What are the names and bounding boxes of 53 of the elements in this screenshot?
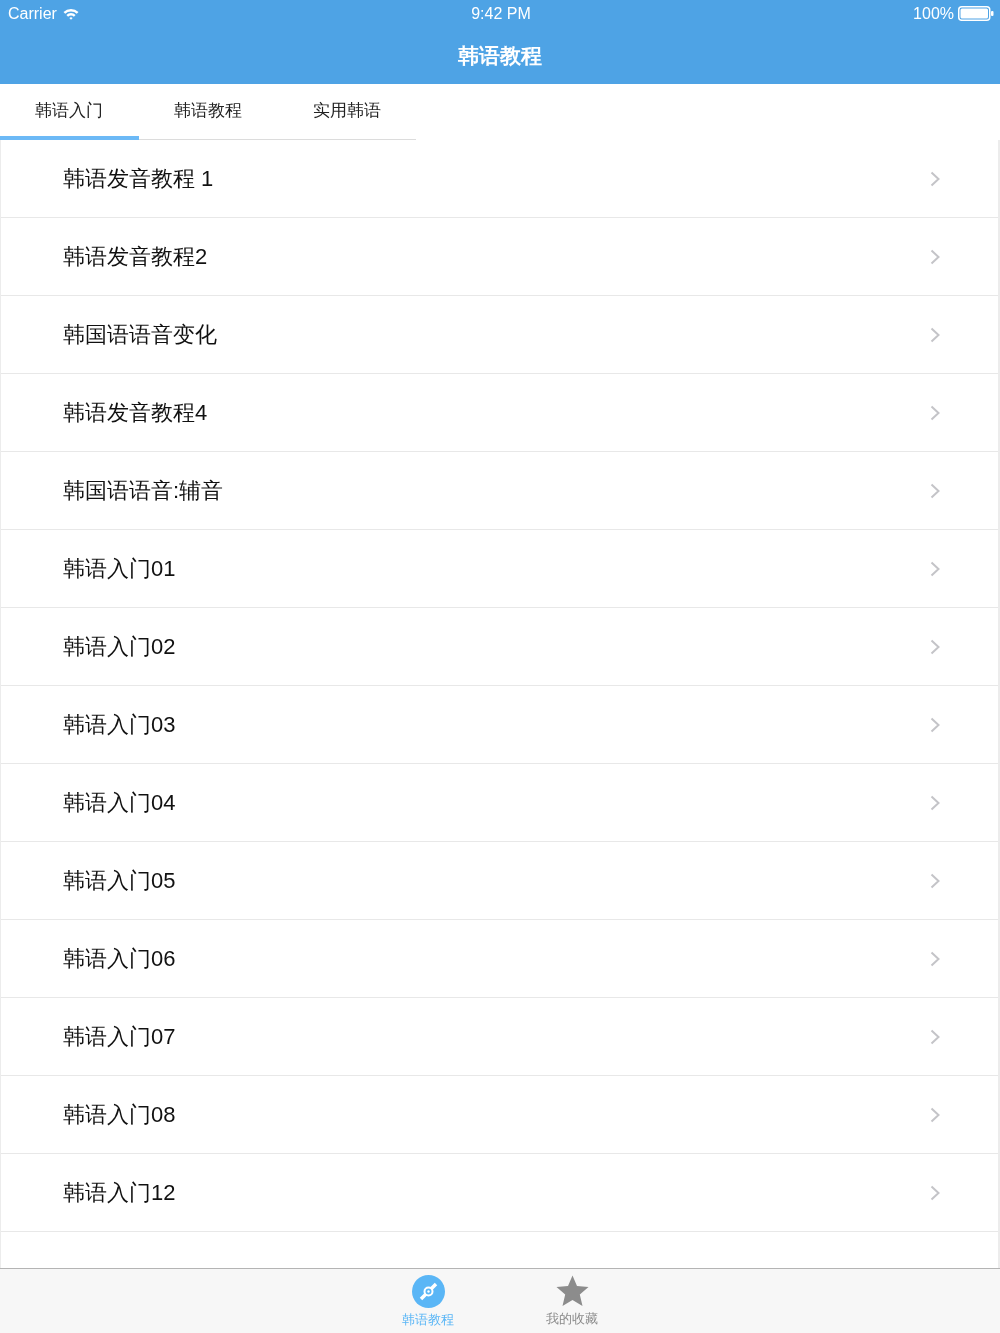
chevron-right-icon <box>930 950 940 967</box>
star-icon <box>555 1275 589 1307</box>
lesson-title: 韩语入门12 <box>63 1178 176 1207</box>
chevron-right-icon <box>930 1028 940 1045</box>
lesson-title: 韩语入门05 <box>63 866 176 895</box>
battery-percent: 100% <box>913 4 954 23</box>
chevron-right-icon <box>930 404 940 421</box>
category-tab[interactable]: 韩语入门 <box>0 84 139 140</box>
lesson-row[interactable]: 韩语入门08 <box>1 1076 998 1154</box>
lesson-row[interactable]: 韩语发音教程2 <box>1 218 998 296</box>
lesson-row[interactable]: 韩语入门12 <box>1 1154 998 1232</box>
chevron-right-icon <box>930 794 940 811</box>
chevron-right-icon <box>930 638 940 655</box>
lesson-row[interactable]: 韩国语语音变化 <box>1 296 998 374</box>
chevron-right-icon <box>930 872 940 889</box>
lesson-title: 韩语发音教程2 <box>63 242 208 271</box>
lesson-row[interactable]: 韩语入门05 <box>1 842 998 920</box>
chevron-right-icon <box>930 1184 940 1201</box>
lesson-row[interactable]: 韩国语语音:辅音 <box>1 452 998 530</box>
lesson-row[interactable]: 韩语入门02 <box>1 608 998 686</box>
status-time: 9:42 PM <box>471 4 531 23</box>
chevron-right-icon <box>930 248 940 265</box>
lesson-title: 韩语入门02 <box>63 632 176 661</box>
lesson-title: 韩语入门06 <box>63 944 176 973</box>
wifi-icon <box>62 7 79 20</box>
lesson-title: 韩语入门08 <box>63 1100 176 1129</box>
carrier-label: Carrier <box>8 4 57 23</box>
lesson-title: 韩语发音教程4 <box>63 398 208 427</box>
disc-icon <box>411 1275 445 1308</box>
chevron-right-icon <box>930 716 940 733</box>
lesson-title: 韩国语语音变化 <box>63 320 217 349</box>
lesson-row[interactable]: 韩语发音教程4 <box>1 374 998 452</box>
chevron-right-icon <box>930 170 940 187</box>
category-tab[interactable]: 韩语教程 <box>138 84 278 140</box>
lesson-title: 韩语入门01 <box>63 554 176 583</box>
lesson-title: 韩国语语音:辅音 <box>63 476 224 505</box>
lesson-row[interactable]: 韩语发音教程 1 <box>1 140 998 218</box>
category-tab[interactable]: 实用韩语 <box>277 84 416 140</box>
lesson-row[interactable]: 韩语入门06 <box>1 920 998 998</box>
lesson-row[interactable]: 韩语入门01 <box>1 530 998 608</box>
lesson-title: 韩语发音教程 1 <box>63 164 214 193</box>
lesson-row[interactable]: 韩语入门07 <box>1 998 998 1076</box>
lesson-row[interactable]: 韩语入门03 <box>1 686 998 764</box>
chevron-right-icon <box>930 1106 940 1123</box>
battery-icon <box>958 6 994 21</box>
nav-title: 韩语教程 <box>458 42 542 69</box>
lesson-title: 韩语入门04 <box>63 788 176 817</box>
chevron-right-icon <box>930 560 940 577</box>
chevron-right-icon <box>930 326 940 343</box>
lesson-row[interactable]: 韩语入门04 <box>1 764 998 842</box>
lesson-title: 韩语入门03 <box>63 710 176 739</box>
lesson-title: 韩语入门07 <box>63 1022 176 1051</box>
chevron-right-icon <box>930 482 940 499</box>
